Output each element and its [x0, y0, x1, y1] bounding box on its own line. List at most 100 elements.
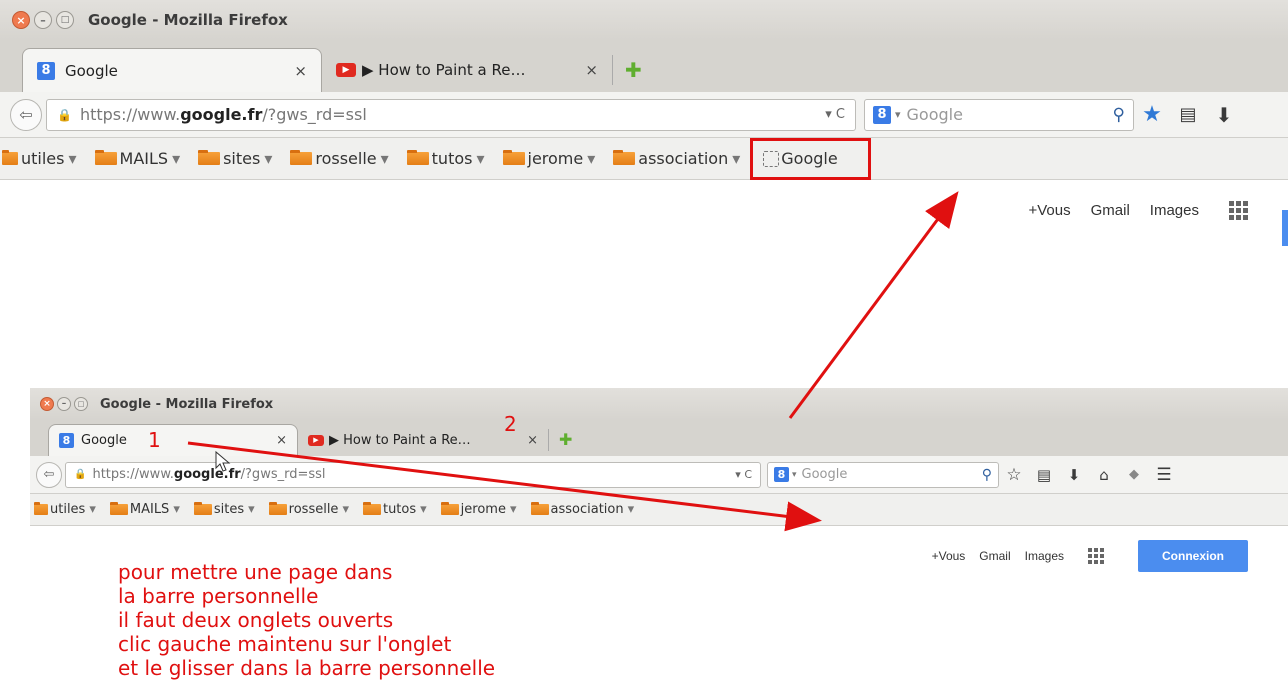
url-domain: google.fr: [180, 105, 263, 124]
apps-grid-icon[interactable]: [1229, 200, 1248, 220]
tab-google[interactable]: 8 Google ×: [22, 48, 322, 92]
instruction-text: pour mettre une page dans la barre perso…: [118, 560, 495, 680]
search-icon[interactable]: ⚲: [1113, 105, 1125, 125]
reading-list-icon[interactable]: ▤: [1170, 104, 1206, 125]
star-icon[interactable]: ☆: [999, 465, 1029, 485]
bookmark-folder-tutos[interactable]: tutos ▾: [362, 502, 427, 517]
images-link[interactable]: Images: [1150, 202, 1199, 219]
chevron-down-icon: ▾: [173, 502, 180, 517]
gmail-link[interactable]: Gmail: [979, 549, 1010, 563]
search-bar[interactable]: 8 ▾ Google ⚲: [767, 461, 999, 488]
bookmark-folder-sites[interactable]: sites ▾: [198, 149, 272, 168]
close-icon[interactable]: ×: [40, 397, 54, 411]
chevron-down-icon: ▾: [476, 149, 485, 168]
top-firefox-window: × – □ Google - Mozilla Firefox 8 Google …: [0, 0, 1288, 380]
chevron-down-icon: ▾: [895, 108, 901, 121]
bookmark-folder-tutos[interactable]: tutos ▾: [406, 149, 485, 168]
close-tab-icon[interactable]: ×: [527, 433, 538, 448]
bookmark-label: rosselle: [315, 149, 377, 168]
search-bar[interactable]: 8 ▾ Google ⚲: [864, 98, 1134, 131]
tab-strip: 8 Google × ▶ ▶ How to Paint a Re… × ✚: [0, 40, 1288, 92]
url-suffix: /?gws_rd=ssl: [262, 105, 367, 124]
reading-list-icon[interactable]: ▤: [1029, 466, 1059, 484]
bookmark-folder-association[interactable]: association ▾: [530, 502, 634, 517]
google-page-header: +Vous Gmail Images: [0, 180, 1288, 240]
bookmark-label: utiles: [21, 149, 65, 168]
tab-google[interactable]: 8 Google ×: [48, 424, 298, 456]
plus-vous-link[interactable]: +Vous: [932, 549, 966, 563]
search-icon[interactable]: ⚲: [982, 467, 992, 483]
apps-grid-icon[interactable]: [1088, 548, 1104, 564]
folder-icon: [440, 502, 459, 515]
maximize-icon[interactable]: □: [74, 397, 88, 411]
connect-button-edge[interactable]: [1282, 210, 1288, 246]
folder-icon: [502, 150, 525, 165]
folder-icon: [94, 150, 117, 165]
new-tab-button[interactable]: ✚: [559, 430, 572, 449]
chevron-down-icon: ▾: [68, 149, 77, 168]
plus-vous-link[interactable]: +Vous: [1029, 202, 1071, 219]
minimize-icon[interactable]: –: [57, 397, 71, 411]
back-icon[interactable]: ⇦: [36, 461, 62, 488]
bookmark-label: jerome: [527, 149, 584, 168]
pocket-icon[interactable]: ◆: [1119, 467, 1149, 482]
search-engine-icon[interactable]: 8: [774, 467, 789, 482]
youtube-favicon-icon: ▶: [336, 63, 356, 77]
annotation-number-2: 2: [504, 412, 517, 436]
bookmark-folder-rosselle[interactable]: rosselle ▾: [290, 149, 389, 168]
url-dropdown-reload[interactable]: ▾ C: [735, 468, 752, 481]
bookmark-label: Google: [781, 149, 838, 168]
instruction-line-1: pour mettre une page dans: [118, 560, 393, 584]
folder-icon: [290, 150, 313, 165]
title-bar: × – □ Google - Mozilla Firefox: [30, 388, 1288, 420]
star-icon[interactable]: ★: [1134, 102, 1170, 127]
home-icon[interactable]: ⌂: [1089, 466, 1119, 484]
menu-icon[interactable]: ☰: [1149, 465, 1179, 485]
connexion-button[interactable]: Connexion: [1138, 540, 1248, 572]
tab-youtube[interactable]: ▶ ▶ How to Paint a Re… ×: [322, 48, 612, 92]
images-link[interactable]: Images: [1025, 549, 1064, 563]
back-icon[interactable]: ⇦: [10, 98, 42, 131]
bookmark-folder-association[interactable]: association ▾: [613, 149, 740, 168]
bookmark-folder-mails[interactable]: MAILS ▾: [109, 502, 180, 517]
download-icon[interactable]: ⬇: [1206, 103, 1242, 127]
instruction-line-2: la barre personnelle: [118, 584, 319, 608]
folder-icon: [362, 502, 381, 515]
url-bar[interactable]: 🔒 https://www. google.fr /?gws_rd=ssl ▾ …: [46, 98, 856, 131]
search-placeholder: Google: [906, 105, 963, 124]
url-prefix: https://www.: [79, 105, 181, 124]
minimize-icon[interactable]: –: [34, 11, 52, 29]
close-tab-icon[interactable]: ×: [276, 433, 287, 448]
bookmark-folder-rosselle[interactable]: rosselle ▾: [268, 502, 349, 517]
bookmark-folder-jerome[interactable]: jerome ▾: [440, 502, 517, 517]
gmail-link[interactable]: Gmail: [1091, 202, 1130, 219]
url-suffix: /?gws_rd=ssl: [240, 467, 326, 482]
search-engine-icon[interactable]: 8: [873, 105, 891, 124]
download-icon[interactable]: ⬇: [1059, 466, 1089, 484]
bookmark-label: jerome: [460, 502, 506, 517]
bookmark-label: MAILS: [129, 502, 170, 517]
chevron-down-icon: ▾: [172, 149, 181, 168]
bookmark-folder-utiles[interactable]: utiles ▾: [34, 502, 96, 517]
bookmark-folder-sites[interactable]: sites ▾: [193, 502, 255, 517]
bookmark-label: tutos: [431, 149, 473, 168]
close-tab-icon[interactable]: ×: [585, 61, 598, 79]
url-domain: google.fr: [173, 467, 241, 482]
chevron-down-icon: ▾: [264, 149, 273, 168]
new-tab-button[interactable]: ✚: [625, 58, 642, 82]
url-bar[interactable]: 🔒 https://www. google.fr /?gws_rd=ssl ▾ …: [65, 461, 761, 488]
bookmark-folder-utiles[interactable]: utiles ▾: [2, 149, 77, 168]
folder-icon: [406, 150, 429, 165]
close-icon[interactable]: ×: [12, 11, 30, 29]
instruction-line-3: il faut deux onglets ouverts: [118, 608, 394, 632]
maximize-icon[interactable]: □: [56, 11, 74, 29]
tab-divider: [612, 55, 613, 85]
bookmark-label: association: [638, 149, 729, 168]
url-dropdown-reload[interactable]: ▾ C: [825, 107, 845, 122]
bookmark-google-highlighted[interactable]: Google: [750, 137, 871, 180]
folder-icon: [34, 502, 48, 515]
bookmark-folder-jerome[interactable]: jerome ▾: [502, 149, 595, 168]
close-tab-icon[interactable]: ×: [294, 62, 307, 80]
bookmark-folder-mails[interactable]: MAILS ▾: [94, 149, 181, 168]
tab-label: Google: [81, 433, 127, 448]
